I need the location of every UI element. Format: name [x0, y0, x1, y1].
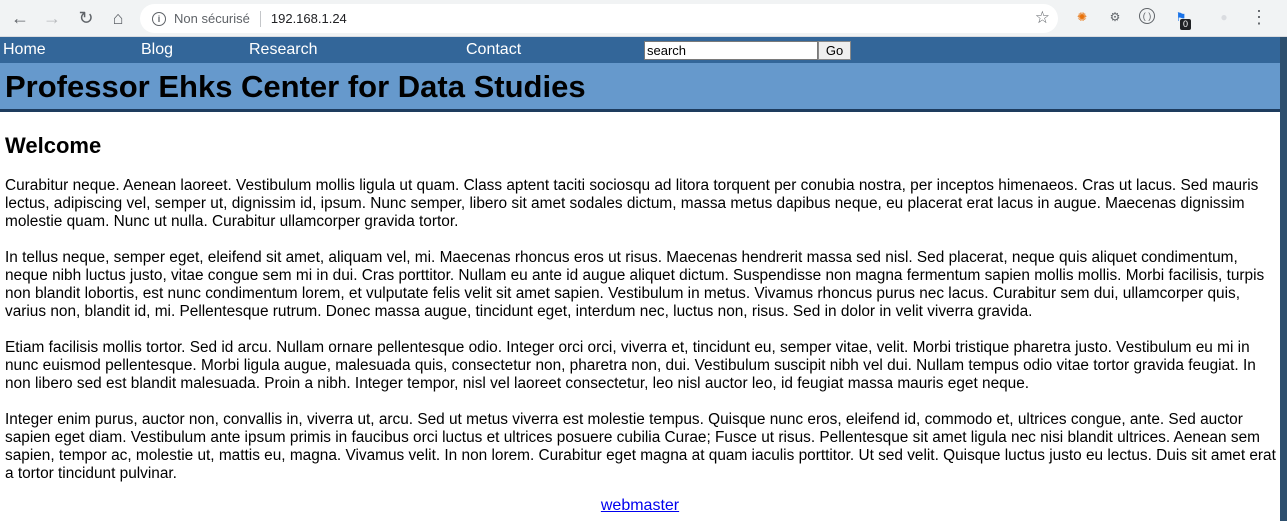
webmaster-link[interactable]: webmaster	[601, 497, 679, 514]
profile-icon[interactable]: ●	[1215, 8, 1233, 26]
page-heading: Welcome	[5, 133, 102, 158]
window-edge	[1280, 37, 1287, 521]
address-bar[interactable]: i Non sécurisé 192.168.1.24 ☆	[140, 4, 1058, 33]
nav-blog[interactable]: Blog	[141, 41, 173, 59]
nav-home[interactable]: Home	[3, 41, 46, 59]
nav-research[interactable]: Research	[249, 41, 317, 59]
site-navbar: Home Blog Research Contact Go	[0, 37, 1280, 63]
star-icon[interactable]: ☆	[1035, 8, 1050, 28]
url-text[interactable]: 192.168.1.24	[271, 11, 347, 26]
extension-icon[interactable]: ( )	[1139, 8, 1155, 24]
extension-icon[interactable]: ✺	[1073, 8, 1091, 26]
web-page: Home Blog Research Contact Go Professor …	[0, 37, 1280, 521]
search-input[interactable]	[644, 41, 818, 60]
footer: webmaster	[0, 497, 1280, 515]
forward-icon[interactable]: →	[40, 6, 64, 30]
divider	[259, 10, 261, 27]
go-button[interactable]: Go	[818, 41, 851, 60]
reload-icon[interactable]: ↻	[74, 6, 98, 30]
extension-badge: 0	[1180, 19, 1192, 30]
security-label: Non sécurisé	[174, 11, 250, 26]
back-icon[interactable]: ←	[8, 6, 32, 30]
site-title: Professor Ehks Center for Data Studies	[5, 69, 586, 104]
paragraph: Etiam facilisis mollis tortor. Sed id ar…	[5, 339, 1256, 392]
main-content: Welcome Curabitur neque. Aenean laoreet.…	[5, 133, 1276, 501]
paragraph: Curabitur neque. Aenean laoreet. Vestibu…	[5, 177, 1259, 230]
nav-contact[interactable]: Contact	[466, 41, 521, 59]
menu-icon[interactable]: ⋮	[1250, 7, 1268, 28]
home-icon[interactable]: ⌂	[106, 6, 130, 30]
browser-toolbar: ← → ↻ ⌂ i Non sécurisé 192.168.1.24 ☆ ✺ …	[0, 0, 1287, 37]
info-icon[interactable]: i	[152, 11, 166, 26]
site-header: Professor Ehks Center for Data Studies	[0, 63, 1280, 112]
paragraph: In tellus neque, semper eget, eleifend s…	[5, 249, 1265, 320]
extension-icon[interactable]: ⚙	[1106, 8, 1124, 26]
paragraph: Integer enim purus, auctor non, convalli…	[5, 411, 1276, 482]
